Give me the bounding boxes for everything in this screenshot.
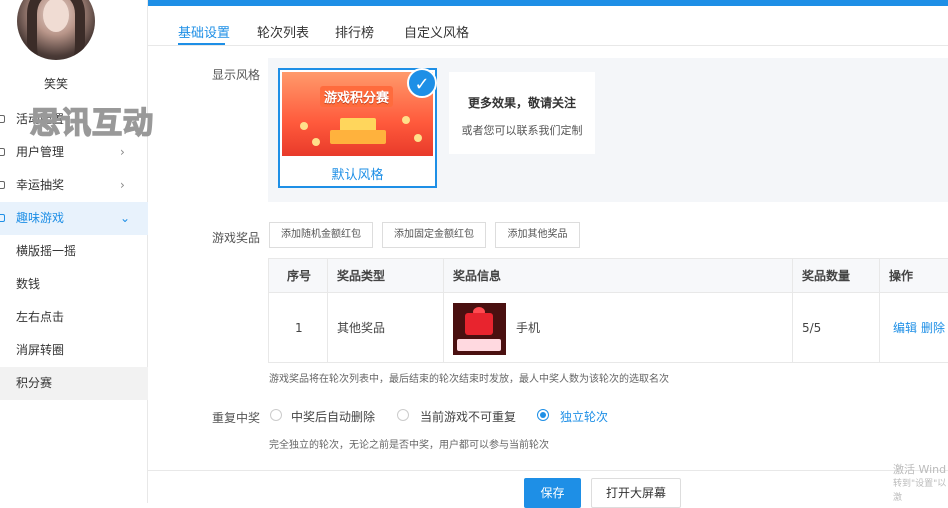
- more-styles-subtitle: 或者您可以联系我们定制: [461, 124, 583, 137]
- sidebar-subitem-left-right-click[interactable]: 左右点击: [0, 301, 148, 334]
- check-icon: ✓: [407, 68, 437, 98]
- activation-line2: 转到"设置"以激: [893, 479, 947, 503]
- tab-leaderboard[interactable]: 排行榜: [335, 22, 374, 41]
- column-header: 奖品数量: [802, 269, 851, 283]
- column-divider: [327, 259, 328, 363]
- prize-table: 序号 奖品类型 奖品信息 奖品数量 操作 1 其他奖品 手机 5/5 编辑 删除: [268, 258, 948, 363]
- activation-line1: 激活 Wind: [893, 463, 947, 476]
- tab-round-list[interactable]: 轮次列表: [257, 22, 309, 41]
- repeat-hint: 完全独立的轮次，无论之前是否中奖，用户都可以参与当前轮次: [269, 440, 549, 451]
- prize-quantity: 5/5: [802, 321, 822, 335]
- prize-index: 1: [295, 321, 303, 335]
- gift-box-icon: [465, 313, 493, 335]
- radio-independent-round[interactable]: [537, 409, 549, 421]
- coin-icon: [402, 116, 410, 124]
- prize-type: 其他奖品: [337, 321, 386, 335]
- prize-hint: 游戏奖品将在轮次列表中，最后结束的轮次结束时发放，最人中奖人数为该轮次的选取名次: [269, 374, 669, 385]
- tab-bar: 基础设置 轮次列表 排行榜 自定义风格: [148, 6, 948, 46]
- prize-name: 手机: [516, 321, 541, 335]
- more-styles-title: 更多效果，敬请关注: [467, 96, 576, 110]
- sidebar-subitem-label: 数钱: [16, 277, 41, 291]
- radio-independent-round-label[interactable]: 独立轮次: [560, 408, 608, 425]
- open-big-screen-button[interactable]: 打开大屏幕: [591, 478, 681, 508]
- avatar[interactable]: [17, 0, 95, 60]
- table-header: 序号 奖品类型 奖品信息 奖品数量 操作: [269, 259, 948, 293]
- tab-basic-settings[interactable]: 基础设置: [178, 22, 230, 41]
- chevron-right-icon: ›: [120, 178, 125, 192]
- radio-no-repeat-label[interactable]: 当前游戏不可重复: [420, 408, 516, 425]
- save-button[interactable]: 保存: [524, 478, 581, 508]
- coin-icon: [312, 138, 320, 146]
- game-icon: [0, 214, 5, 222]
- sidebar-item-lucky-draw[interactable]: 幸运抽奖 ›: [0, 169, 148, 202]
- column-divider: [443, 259, 444, 363]
- sidebar-subitem-shake[interactable]: 横版摇一摇: [0, 235, 148, 268]
- chevron-down-icon: ⌄: [120, 211, 131, 225]
- watermark: 思讯互动: [29, 105, 154, 142]
- sidebar-subitem-points-race[interactable]: 积分赛: [0, 367, 148, 400]
- sidebar-subitem-count-money[interactable]: 数钱: [0, 268, 148, 301]
- settings-icon: [0, 115, 5, 123]
- prize-image: [453, 303, 506, 355]
- repeat-win-label: 重复中奖: [212, 411, 261, 425]
- sidebar-subitem-label: 积分赛: [16, 376, 53, 390]
- sidebar-subitem-label: 左右点击: [16, 310, 65, 324]
- gift-icon: [0, 181, 5, 189]
- add-fixed-redpacket-button[interactable]: 添加固定金额红包: [382, 222, 486, 248]
- radio-no-repeat[interactable]: [397, 409, 409, 421]
- column-header: 奖品类型: [337, 269, 386, 283]
- gift-tag: [457, 339, 501, 351]
- coin-icon: [414, 134, 422, 142]
- column-header: 奖品信息: [453, 269, 502, 283]
- sidebar-item-label: 幸运抽奖: [16, 178, 65, 192]
- sidebar-subitem-spin[interactable]: 消屏转圈: [0, 334, 148, 367]
- banner-title: 游戏积分赛: [320, 86, 394, 107]
- tab-custom-style[interactable]: 自定义风格: [404, 22, 469, 41]
- sidebar-item-fun-games[interactable]: 趣味游戏 ⌄: [0, 202, 148, 235]
- column-header: 操作: [889, 269, 914, 283]
- radio-auto-remove[interactable]: [270, 409, 282, 421]
- sidebar: 笑笑 活动配置 用户管理 › 幸运抽奖 › 趣味游戏 ⌄ 横版摇一摇 数钱 左右…: [0, 0, 148, 503]
- style-card-label: 默认风格: [331, 168, 384, 183]
- column-divider: [879, 259, 880, 363]
- column-header: 序号: [287, 269, 312, 283]
- add-other-prize-button[interactable]: 添加其他奖品: [495, 222, 580, 248]
- style-card-default[interactable]: 游戏积分赛 ✓ 默认风格: [278, 68, 437, 188]
- game-prizes-label: 游戏奖品: [212, 231, 261, 245]
- column-divider: [792, 259, 793, 363]
- username: 笑笑: [43, 77, 68, 91]
- user-icon: [0, 148, 5, 156]
- sidebar-item-label: 趣味游戏: [16, 211, 65, 225]
- podium-base: [330, 130, 386, 144]
- os-activation-notice: 激活 Wind 转到"设置"以激: [893, 463, 948, 505]
- display-style-label: 显示风格: [212, 68, 261, 82]
- sidebar-subitem-label: 横版摇一摇: [16, 244, 77, 258]
- more-styles-card: 更多效果，敬请关注 或者您可以联系我们定制: [449, 72, 595, 154]
- edit-prize-link[interactable]: 编辑: [893, 293, 917, 363]
- coin-icon: [300, 122, 308, 130]
- sidebar-subitem-label: 消屏转圈: [16, 343, 65, 357]
- delete-prize-link[interactable]: 删除: [921, 293, 945, 363]
- radio-auto-remove-label[interactable]: 中奖后自动删除: [291, 408, 375, 425]
- add-random-redpacket-button[interactable]: 添加随机金额红包: [269, 222, 373, 248]
- tab-underline: [178, 43, 225, 45]
